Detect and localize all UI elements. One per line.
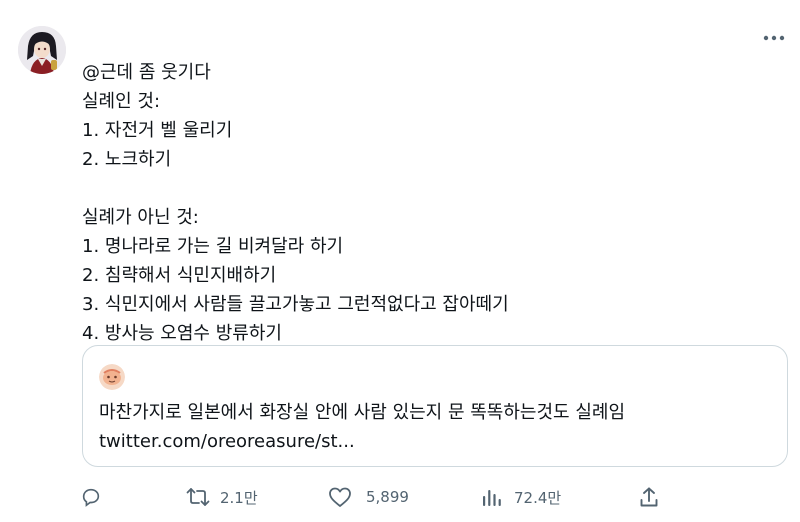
retweet-icon: [186, 486, 210, 508]
quoted-tweet-card[interactable]: 마찬가지로 일본에서 화장실 안에 사람 있는지 문 똑똑하는것도 실례임 tw…: [82, 345, 788, 467]
views-icon: [482, 487, 502, 507]
share-button[interactable]: [638, 482, 660, 512]
tweet-line: 1. 명나라로 가는 길 비켜달라 하기: [82, 236, 344, 257]
tweet-line: @근데 좀 웃기다: [82, 62, 211, 83]
tweet-line: 실례인 것:: [82, 91, 161, 112]
views-button[interactable]: 72.4만: [482, 482, 561, 512]
tweet-line: 2. 노크하기: [82, 149, 172, 170]
heart-icon: [328, 486, 352, 508]
more-icon: [763, 35, 785, 41]
like-button[interactable]: 5,899: [328, 482, 409, 512]
tweet-line: 3. 식민지에서 사람들 끌고가놓고 그런적없다고 잡아떼기: [82, 294, 509, 315]
tweet-line: 4. 방사능 오염수 방류하기: [82, 323, 282, 344]
views-count: 72.4만: [514, 488, 562, 507]
author-avatar[interactable]: [18, 26, 66, 74]
retweet-button[interactable]: 2.1만: [186, 482, 258, 512]
tweet-action-bar: 2.1만 5,899 72.4만: [80, 482, 680, 512]
tweet-line: 1. 자전거 벨 울리기: [82, 120, 233, 141]
quoted-tweet-text: 마찬가지로 일본에서 화장실 안에 사람 있는지 문 똑똑하는것도 실례임: [99, 402, 626, 423]
tweet-line: 2. 침략해서 식민지배하기: [82, 265, 277, 286]
tweet-text: @근데 좀 웃기다 실례인 것: 1. 자전거 벨 울리기 2. 노크하기 실례…: [82, 58, 762, 348]
like-count: 5,899: [366, 488, 409, 506]
retweet-count: 2.1만: [220, 488, 258, 507]
reply-button[interactable]: [80, 482, 102, 512]
share-icon: [638, 486, 660, 508]
quoted-author-avatar[interactable]: [99, 364, 125, 390]
quoted-tweet-link[interactable]: twitter.com/oreoreasure/st...: [99, 427, 355, 456]
reply-icon: [80, 486, 102, 508]
more-options-button[interactable]: [758, 26, 790, 50]
tweet-line: 실례가 아닌 것:: [82, 207, 199, 228]
